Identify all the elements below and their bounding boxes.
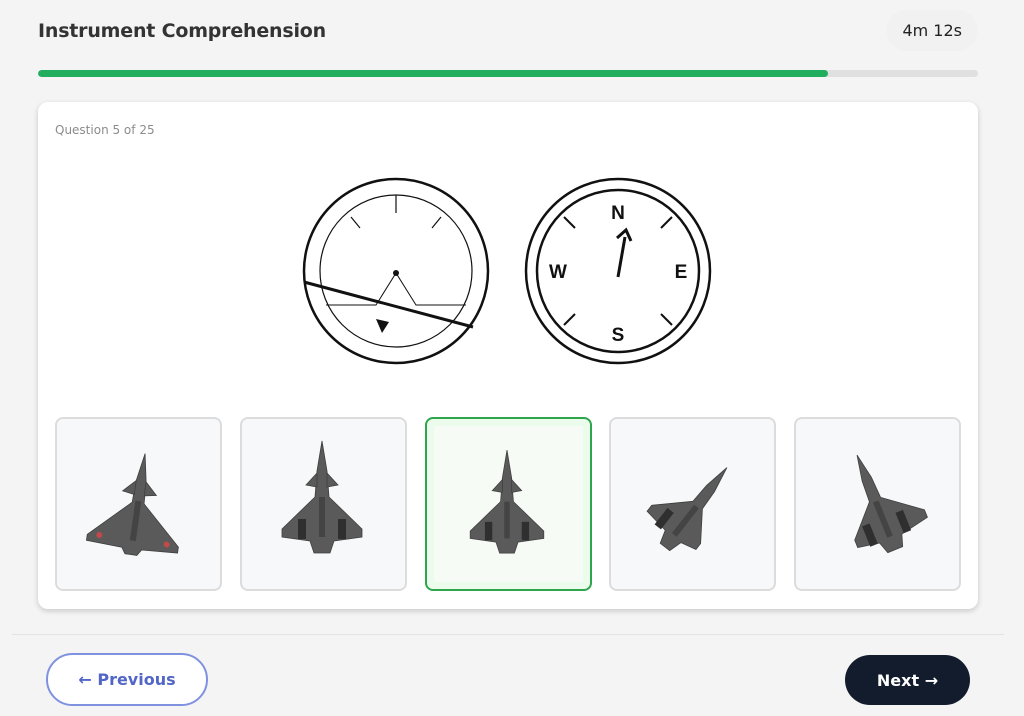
instrument-panel: N E S W [302,177,712,365]
header: Instrument Comprehension 4m 12s [38,10,978,51]
previous-button[interactable]: ← Previous [46,653,208,706]
option-5[interactable] [794,417,961,591]
page-title: Instrument Comprehension [38,20,326,42]
jet-icon [646,467,728,552]
compass-north-label: N [611,203,625,224]
progress-bar-fill [38,70,828,77]
compass-south-label: S [612,325,625,346]
progress-bar [38,70,978,77]
artificial-horizon-gauge [302,177,490,365]
jet-icon [854,454,928,554]
compass-gauge: N E S W [524,177,712,365]
answer-options [55,417,961,591]
question-card: Question 5 of 25 N E S W [38,102,978,609]
question-counter: Question 5 of 25 [55,123,155,137]
footer-divider [12,634,1004,635]
next-button[interactable]: Next → [845,655,970,705]
compass-west-label: W [549,262,567,283]
option-1[interactable] [55,417,222,591]
option-2[interactable] [240,417,407,591]
jet-icon [469,450,545,554]
option-3[interactable] [425,417,592,591]
compass-east-label: E [675,262,688,283]
option-4[interactable] [609,417,776,591]
jet-icon [281,440,363,554]
jet-icon [85,453,179,556]
timer-badge: 4m 12s [886,10,978,51]
